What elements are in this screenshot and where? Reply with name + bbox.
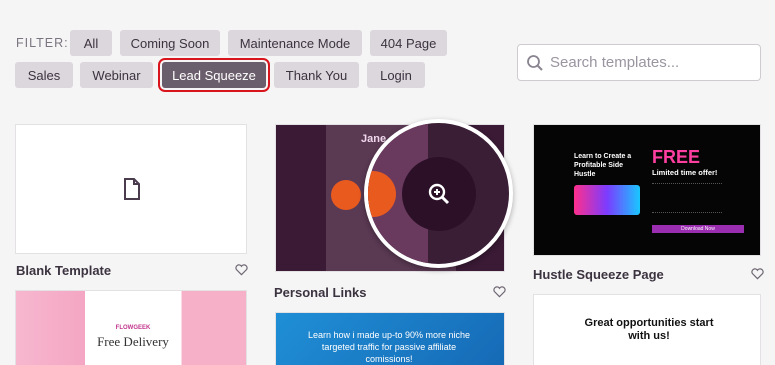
affiliate-text: Learn how i made up-to 90% more niche ta… — [307, 330, 471, 365]
blank-template-card[interactable] — [15, 124, 247, 254]
hustle-headline: Learn to Create a Profitable Side Hustle — [574, 153, 632, 178]
filter-all[interactable]: All — [70, 30, 112, 56]
filter-coming-soon[interactable]: Coming Soon — [120, 30, 220, 56]
search-box[interactable] — [517, 44, 761, 81]
search-icon — [527, 54, 543, 71]
laptop-image — [574, 185, 640, 215]
hustle-free-text: FREE — [652, 147, 701, 167]
free-delivery-headline: Free Delivery — [97, 334, 169, 349]
filter-lead-squeeze[interactable]: Lead Squeeze — [158, 58, 270, 92]
filter-login[interactable]: Login — [367, 62, 425, 88]
filter-webinar[interactable]: Webinar — [80, 62, 153, 88]
zoom-button[interactable] — [402, 157, 476, 231]
heart-icon[interactable] — [235, 264, 248, 276]
free-delivery-card[interactable]: FLOWGEEK Free Delivery — [15, 290, 247, 365]
orange-accent — [331, 180, 361, 210]
hustle-squeeze-title: Hustle Squeeze Page — [533, 267, 664, 282]
hustle-list — [652, 183, 722, 213]
opportunities-card[interactable]: Great opportunities start with us! — [533, 294, 761, 365]
blank-template-title: Blank Template — [16, 263, 112, 278]
hustle-squeeze-card[interactable]: Learn to Create a Profitable Side Hustle… — [533, 124, 761, 256]
filter-thank-you[interactable]: Thank You — [274, 62, 359, 88]
affiliate-card[interactable]: Learn how i made up-to 90% more niche ta… — [275, 312, 505, 365]
free-delivery-brand: FLOWGEEK — [115, 325, 151, 331]
filter-maintenance-mode[interactable]: Maintenance Mode — [228, 30, 362, 56]
heart-icon[interactable] — [751, 268, 764, 280]
filter-404-page[interactable]: 404 Page — [370, 30, 447, 56]
filter-label: FILTER: — [16, 36, 69, 50]
hustle-subhead: Limited time offer! — [652, 168, 718, 177]
search-input[interactable] — [550, 54, 750, 71]
opportunities-text: Great opportunities start with us! — [584, 317, 714, 343]
personal-links-title: Personal Links — [274, 285, 367, 300]
free-delivery-box: FLOWGEEK Free Delivery — [88, 321, 178, 365]
hustle-download-button: Download Now — [652, 225, 744, 233]
filter-sales[interactable]: Sales — [15, 62, 73, 88]
preview-magnifier[interactable] — [364, 119, 513, 268]
document-icon — [124, 178, 140, 200]
heart-icon[interactable] — [493, 286, 506, 298]
zoom-in-icon — [428, 183, 450, 205]
